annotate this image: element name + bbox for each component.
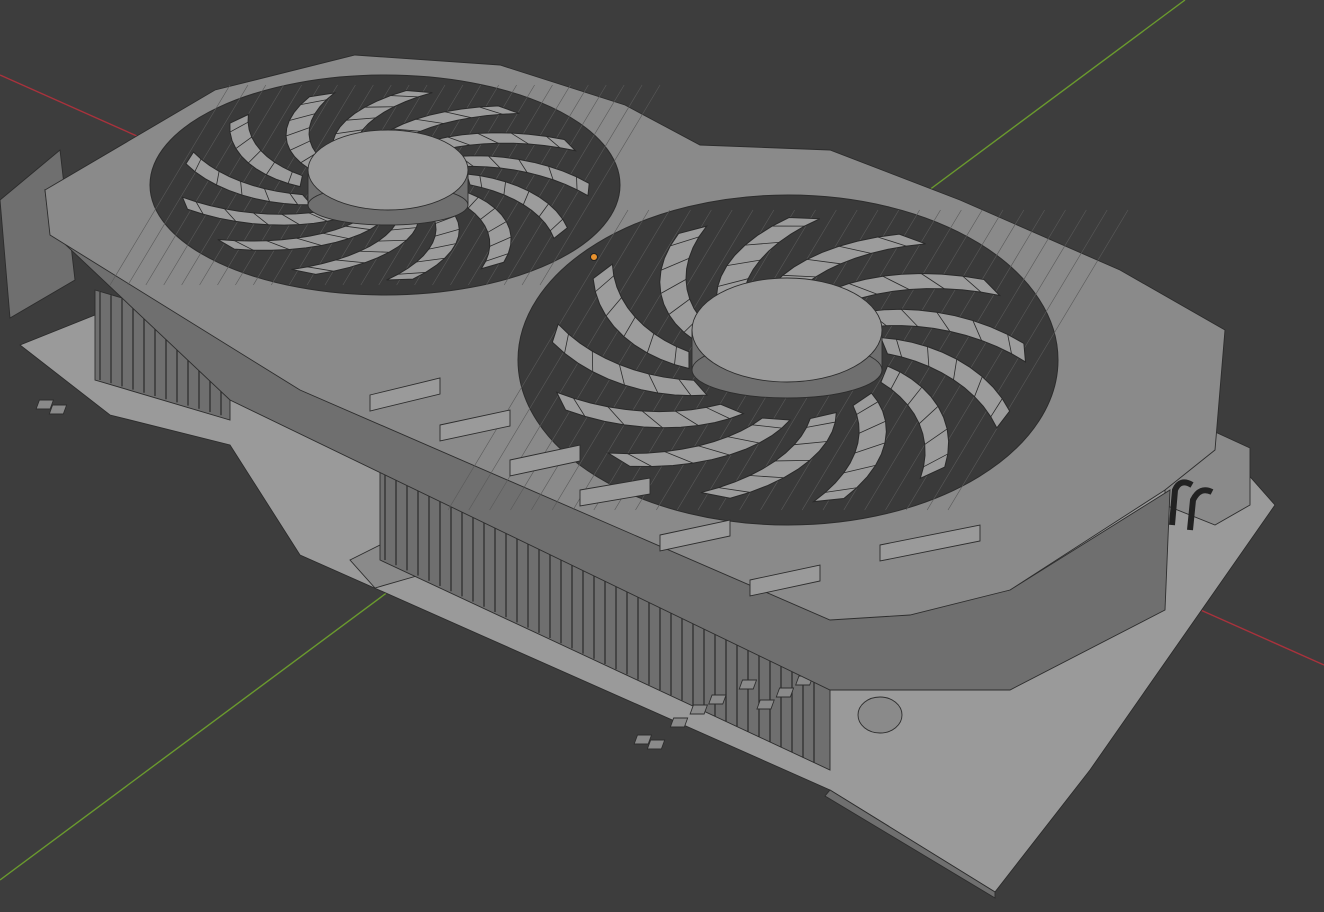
- 3d-viewport[interactable]: [0, 0, 1324, 912]
- fan-hub-small: [307, 129, 469, 226]
- fan-hub-large: [691, 277, 883, 399]
- viewport-canvas[interactable]: [0, 0, 1324, 912]
- origin-point[interactable]: [590, 253, 598, 261]
- capacitor: [857, 696, 903, 734]
